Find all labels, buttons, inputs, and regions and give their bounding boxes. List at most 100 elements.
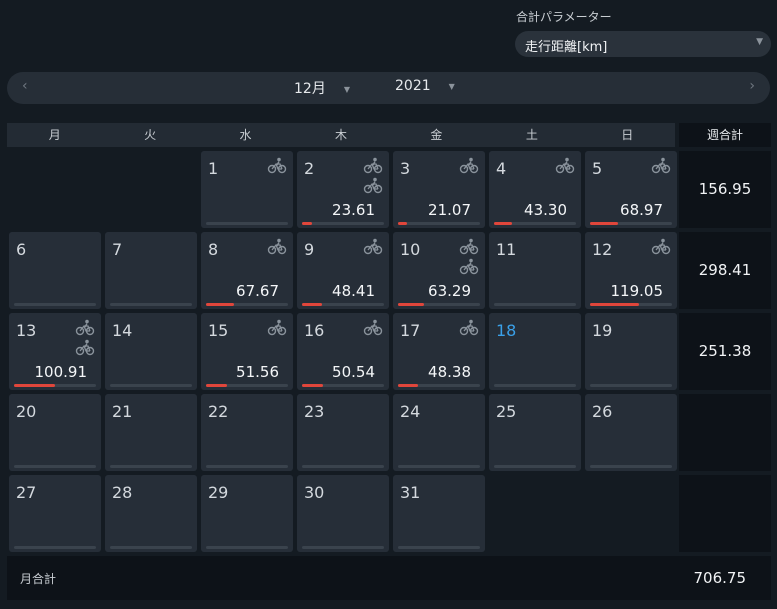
day-number: 27: [16, 483, 37, 502]
day-distance-value: 51.56: [236, 363, 279, 381]
distance-bar: [302, 384, 323, 387]
day-cell[interactable]: 5 68.97: [585, 151, 677, 228]
progress-track: [110, 303, 192, 306]
day-distance-value: 21.07: [428, 201, 471, 219]
day-number: 26: [592, 402, 613, 421]
day-cell[interactable]: 2 23.61: [297, 151, 389, 228]
bicycle-icon: [651, 237, 671, 255]
progress-track: [398, 546, 480, 549]
weekday-label: 金: [430, 128, 443, 142]
day-number: 13: [16, 321, 37, 340]
day-cell[interactable]: 9 48.41: [297, 232, 389, 309]
progress-track: [110, 546, 192, 549]
day-distance-value: 119.05: [610, 282, 664, 300]
progress-track: [206, 546, 288, 549]
day-cell[interactable]: 20: [9, 394, 101, 471]
distance-bar: [302, 303, 322, 306]
bicycle-icon: [459, 237, 479, 255]
next-month-button[interactable]: ›: [749, 78, 755, 94]
day-number: 22: [208, 402, 229, 421]
bicycle-icon: [363, 318, 383, 336]
day-number: 10: [400, 240, 421, 259]
chevron-down-icon: ▼: [756, 37, 763, 47]
distance-bar: [14, 384, 55, 387]
day-cell[interactable]: 18: [489, 313, 581, 390]
day-number: 31: [400, 483, 421, 502]
year-dropdown[interactable]: 2021 ▼: [395, 78, 455, 94]
day-number: 18: [496, 321, 517, 340]
weekday-label: 月: [48, 128, 61, 142]
calendar-grid: 1 2 23.61 3 21.07 4 43.30 5 68.97 6 7 8 67.67 9 48.41 1…: [9, 151, 677, 553]
week-total: [679, 475, 771, 552]
day-cell[interactable]: 16 50.54: [297, 313, 389, 390]
day-cell[interactable]: 8 67.67: [201, 232, 293, 309]
bicycle-icon: [267, 318, 287, 336]
day-cell[interactable]: 25: [489, 394, 581, 471]
day-number: 1: [208, 159, 219, 178]
day-cell[interactable]: 1: [201, 151, 293, 228]
day-cell[interactable]: 27: [9, 475, 101, 552]
day-cell[interactable]: 14: [105, 313, 197, 390]
day-cell[interactable]: 15 51.56: [201, 313, 293, 390]
distance-bar: [206, 303, 234, 306]
day-cell[interactable]: 13 100.91: [9, 313, 101, 390]
weekday-label: 水: [239, 128, 252, 142]
day-cell[interactable]: 24: [393, 394, 485, 471]
progress-track: [590, 384, 672, 387]
bicycle-icon: [459, 156, 479, 174]
day-cell[interactable]: 22: [201, 394, 293, 471]
day-cell[interactable]: 6: [9, 232, 101, 309]
day-cell[interactable]: 26: [585, 394, 677, 471]
bicycle-icon: [75, 318, 95, 336]
day-cell[interactable]: 17 48.38: [393, 313, 485, 390]
day-number: 11: [496, 240, 517, 259]
day-cell[interactable]: 28: [105, 475, 197, 552]
distance-bar: [398, 303, 424, 306]
bicycle-icon: [267, 237, 287, 255]
day-distance-value: 23.61: [332, 201, 375, 219]
day-distance-value: 50.54: [332, 363, 375, 381]
day-number: 8: [208, 240, 219, 259]
day-cell[interactable]: 12 119.05: [585, 232, 677, 309]
month-navigation: ‹ 12月 ▼ 2021 ▼ ›: [7, 72, 770, 104]
progress-track: [14, 465, 96, 468]
day-cell[interactable]: 21: [105, 394, 197, 471]
bicycle-icon: [363, 237, 383, 255]
progress-track: [302, 465, 384, 468]
day-number: 29: [208, 483, 229, 502]
day-cell[interactable]: 30: [297, 475, 389, 552]
week-total: 298.41: [679, 232, 771, 309]
day-number: 17: [400, 321, 421, 340]
day-cell[interactable]: 7: [105, 232, 197, 309]
progress-track: [494, 384, 576, 387]
month-total-bar: 月合計 706.75: [7, 556, 771, 600]
parameter-dropdown[interactable]: 走行距離[km] ▼: [515, 31, 771, 57]
day-cell[interactable]: 3 21.07: [393, 151, 485, 228]
day-distance-value: 48.38: [428, 363, 471, 381]
day-cell[interactable]: 11: [489, 232, 581, 309]
day-cell[interactable]: 31: [393, 475, 485, 552]
month-dropdown[interactable]: 12月 ▼: [294, 78, 350, 98]
day-number: 7: [112, 240, 123, 259]
progress-track: [206, 222, 288, 225]
distance-bar: [398, 222, 407, 225]
bicycle-icon: [651, 156, 671, 174]
previous-month-button[interactable]: ‹: [22, 78, 28, 94]
day-cell[interactable]: 23: [297, 394, 389, 471]
day-cell[interactable]: 4 43.30: [489, 151, 581, 228]
week-total: [679, 394, 771, 471]
day-number: 14: [112, 321, 133, 340]
weekday-label: 土: [525, 128, 538, 142]
weekday-label: 木: [334, 128, 347, 142]
progress-track: [302, 546, 384, 549]
parameter-selected-value: 走行距離[km]: [525, 40, 608, 55]
day-cell[interactable]: 19: [585, 313, 677, 390]
month-value: 12月: [294, 81, 326, 97]
distance-bar: [302, 222, 312, 225]
day-number: 4: [496, 159, 507, 178]
day-cell[interactable]: 10 63.29: [393, 232, 485, 309]
weekday-label: 日: [621, 128, 634, 142]
progress-track: [14, 303, 96, 306]
day-cell[interactable]: 29: [201, 475, 293, 552]
day-distance-value: 100.91: [34, 363, 88, 381]
